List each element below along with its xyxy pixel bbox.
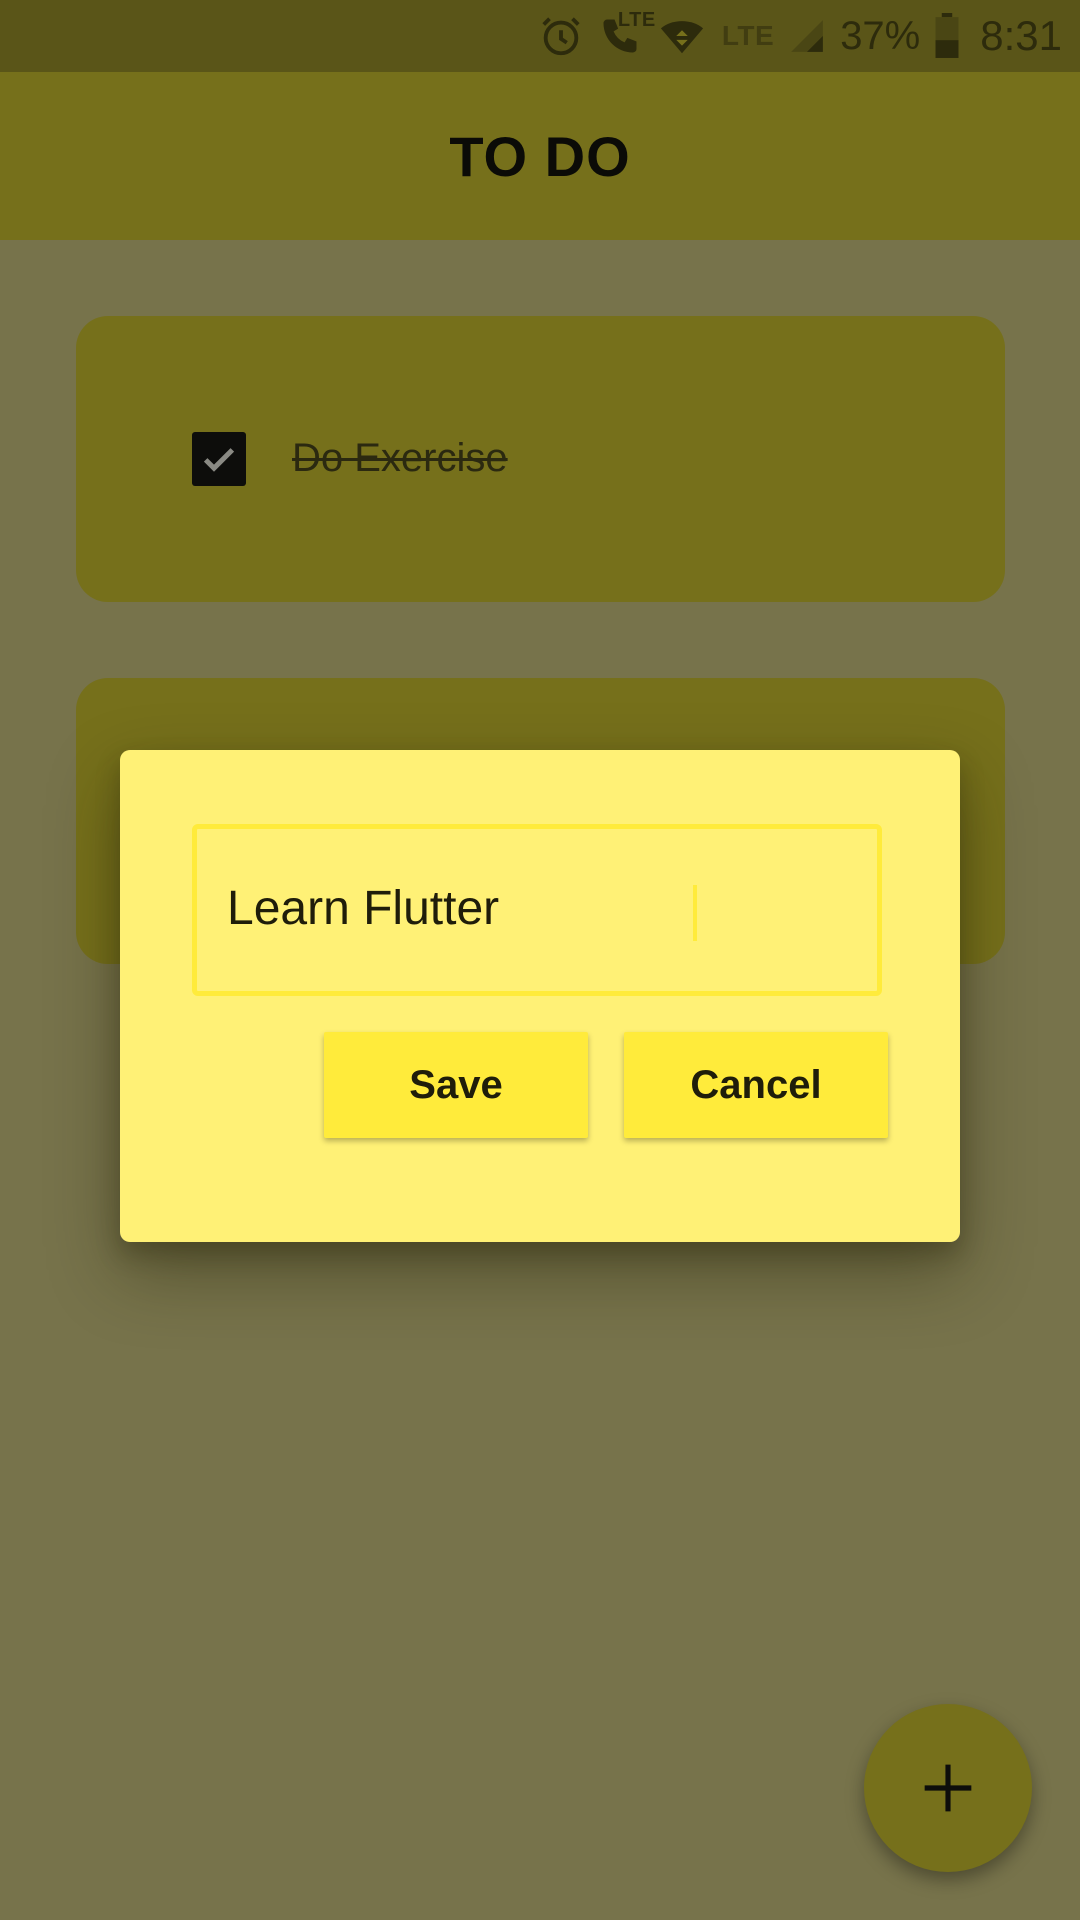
add-todo-fab[interactable]	[864, 1704, 1032, 1872]
clock: 8:31	[980, 12, 1062, 59]
alarm-icon	[538, 13, 584, 59]
app-bar: TO DO	[0, 72, 1080, 240]
lte-label: LTE	[721, 20, 775, 51]
cancel-button[interactable]: Cancel	[624, 1032, 888, 1138]
todo-checkbox[interactable]	[192, 432, 246, 486]
todo-text-field[interactable]	[192, 824, 882, 996]
todo-input[interactable]	[227, 873, 827, 943]
todo-item-label: Do Exercise	[292, 436, 508, 480]
call-lte-label: LTE	[617, 9, 656, 31]
call-lte-icon: LTE	[598, 9, 655, 59]
status-bar: LTE LTE 37% 8:31	[0, 0, 1080, 72]
wifi-icon	[656, 13, 708, 59]
save-button[interactable]: Save	[324, 1032, 588, 1138]
status-icons: LTE LTE 37% 8:31	[538, 0, 1062, 72]
check-icon	[199, 439, 239, 479]
battery-percent: 37%	[840, 13, 921, 58]
battery-icon	[934, 13, 960, 59]
add-todo-dialog: Save Cancel	[120, 750, 960, 1242]
page-title: TO DO	[449, 124, 631, 188]
todo-item-card[interactable]: Do Exercise	[76, 316, 1005, 602]
plus-icon	[920, 1760, 976, 1816]
text-cursor	[693, 885, 697, 941]
cell-signal-icon	[788, 16, 826, 56]
